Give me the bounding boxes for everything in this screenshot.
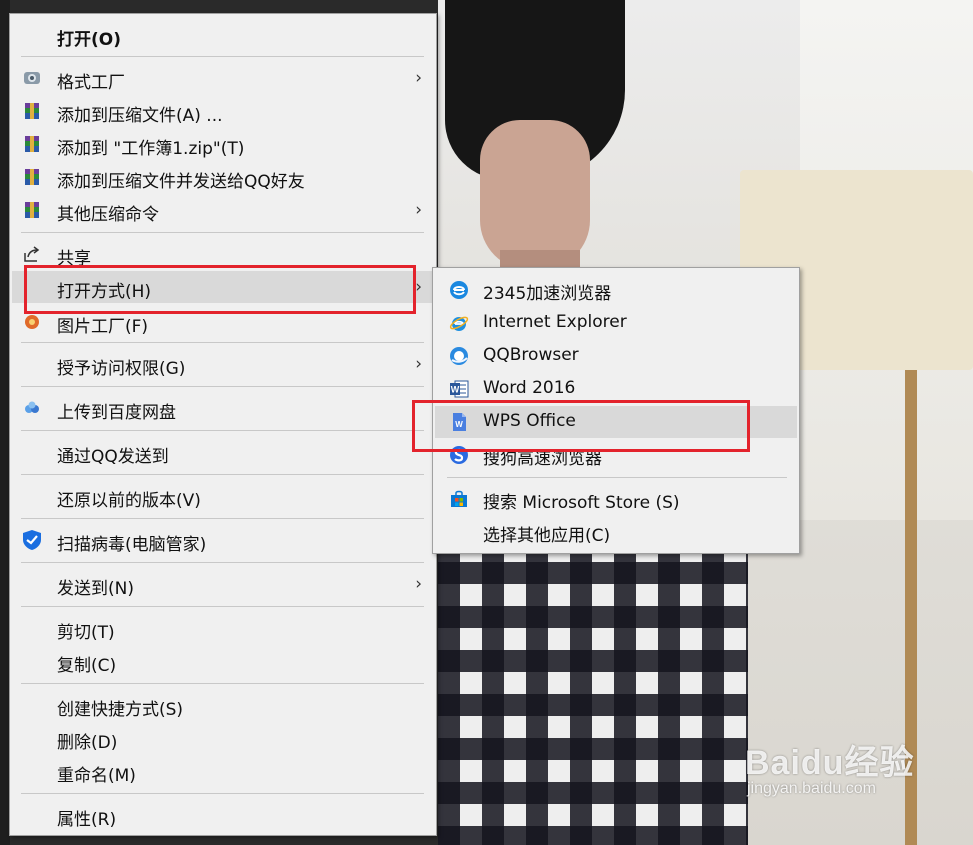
menu-item-label: 格式工厂: [57, 73, 125, 93]
menu-item-other-compress[interactable]: 其他压缩命令 ›: [10, 194, 436, 226]
baidu-netdisk-icon: [23, 399, 41, 417]
menu-separator: [21, 56, 424, 57]
chevron-right-icon: ›: [415, 574, 422, 594]
chevron-right-icon: ›: [415, 200, 422, 220]
submenu-item-2345-browser[interactable]: 2345加速浏览器: [433, 274, 799, 306]
menu-item-create-shortcut[interactable]: 创建快捷方式(S): [10, 689, 436, 721]
menu-separator: [21, 562, 424, 563]
menu-item-send-to[interactable]: 发送到(N) ›: [10, 568, 436, 600]
menu-separator: [21, 518, 424, 519]
menu-item-label: 复制(C): [57, 656, 117, 676]
menu-separator: [21, 606, 424, 607]
chevron-right-icon: ›: [415, 68, 422, 88]
menu-separator: [21, 683, 424, 684]
highlight-wps-office: [412, 400, 750, 452]
menu-item-cut[interactable]: 剪切(T): [10, 612, 436, 644]
menu-separator: [21, 386, 424, 387]
menu-item-upload-baidu[interactable]: 上传到百度网盘: [10, 392, 436, 424]
menu-item-label: 授予访问权限(G): [57, 359, 186, 379]
submenu-item-qqbrowser[interactable]: QQBrowser: [433, 340, 799, 372]
menu-item-open[interactable]: 打开(O): [10, 19, 436, 51]
menu-item-label: 发送到(N): [57, 579, 134, 599]
picture-factory-icon: [23, 313, 41, 331]
submenu-item-label: 搜索 Microsoft Store (S): [483, 493, 680, 513]
menu-item-format-factory[interactable]: 格式工厂 ›: [10, 62, 436, 94]
menu-item-label: 添加到 "工作簿1.zip"(T): [57, 139, 245, 159]
chevron-right-icon: ›: [415, 354, 422, 374]
menu-item-rename[interactable]: 重命名(M): [10, 755, 436, 787]
menu-item-label: 打开(O): [57, 30, 121, 50]
submenu-item-label: 选择其他应用(C): [483, 526, 611, 546]
menu-item-label: 属性(R): [57, 810, 117, 830]
qqbrowser-icon: [449, 346, 469, 366]
baidu-jingyan-watermark: Baidu经验 jingyan.baidu.com: [745, 735, 914, 798]
menu-item-add-to-zip[interactable]: 添加到 "工作簿1.zip"(T): [10, 128, 436, 160]
menu-separator: [21, 342, 424, 343]
microsoft-store-icon: [449, 489, 469, 509]
submenu-item-label: Internet Explorer: [483, 312, 627, 332]
submenu-item-choose-other-app[interactable]: 选择其他应用(C): [433, 516, 799, 548]
menu-item-label: 图片工厂(F): [57, 317, 149, 337]
word-icon: W: [449, 379, 469, 399]
menu-item-copy[interactable]: 复制(C): [10, 645, 436, 677]
submenu-item-label: Word 2016: [483, 378, 576, 398]
menu-item-archive-send-qq[interactable]: 添加到压缩文件并发送给QQ好友: [10, 161, 436, 193]
menu-item-label: 添加到压缩文件并发送给QQ好友: [57, 172, 305, 192]
winrar-icon: [23, 135, 41, 153]
submenu-separator: [447, 477, 787, 478]
menu-item-properties[interactable]: 属性(R): [10, 799, 436, 831]
context-menu: 打开(O) 格式工厂 › 添加到压缩文件(A) ... 添加到 "工作簿1.zi…: [9, 13, 437, 836]
winrar-icon: [23, 168, 41, 186]
highlight-open-with: [24, 265, 416, 314]
menu-item-restore-versions[interactable]: 还原以前的版本(V): [10, 480, 436, 512]
menu-item-send-via-qq[interactable]: 通过QQ发送到: [10, 436, 436, 468]
menu-separator: [21, 232, 424, 233]
watermark-brand: Baidu经验: [745, 744, 915, 782]
menu-item-label: 添加到压缩文件(A) ...: [57, 106, 223, 126]
menu-separator: [21, 793, 424, 794]
menu-item-label: 扫描病毒(电脑管家): [57, 535, 207, 555]
submenu-item-label: QQBrowser: [483, 345, 579, 365]
menu-item-label: 还原以前的版本(V): [57, 491, 201, 511]
internet-explorer-icon: [449, 313, 469, 333]
submenu-item-label: 2345加速浏览器: [483, 284, 612, 304]
submenu-item-microsoft-store[interactable]: 搜索 Microsoft Store (S): [433, 483, 799, 515]
menu-item-label: 其他压缩命令: [57, 205, 159, 225]
menu-item-label: 通过QQ发送到: [57, 447, 169, 467]
menu-item-label: 创建快捷方式(S): [57, 700, 184, 720]
menu-item-label: 剪切(T): [57, 623, 115, 643]
format-factory-icon: [23, 69, 41, 87]
menu-item-scan-virus[interactable]: 扫描病毒(电脑管家): [10, 524, 436, 556]
menu-item-add-to-archive[interactable]: 添加到压缩文件(A) ...: [10, 95, 436, 127]
menu-separator: [21, 430, 424, 431]
chevron-right-icon: ›: [415, 277, 422, 297]
winrar-icon: [23, 201, 41, 219]
tencent-pc-manager-icon: [21, 529, 43, 551]
submenu-item-internet-explorer[interactable]: Internet Explorer: [433, 307, 799, 339]
svg-text:W: W: [451, 385, 460, 395]
menu-item-label: 删除(D): [57, 733, 118, 753]
menu-item-label: 重命名(M): [57, 766, 136, 786]
menu-item-label: 上传到百度网盘: [57, 403, 176, 423]
menu-separator: [21, 474, 424, 475]
browser-2345-icon: [449, 280, 469, 300]
winrar-icon: [23, 102, 41, 120]
menu-item-delete[interactable]: 删除(D): [10, 722, 436, 754]
share-icon: [23, 245, 41, 263]
menu-item-grant-access[interactable]: 授予访问权限(G) ›: [10, 348, 436, 380]
